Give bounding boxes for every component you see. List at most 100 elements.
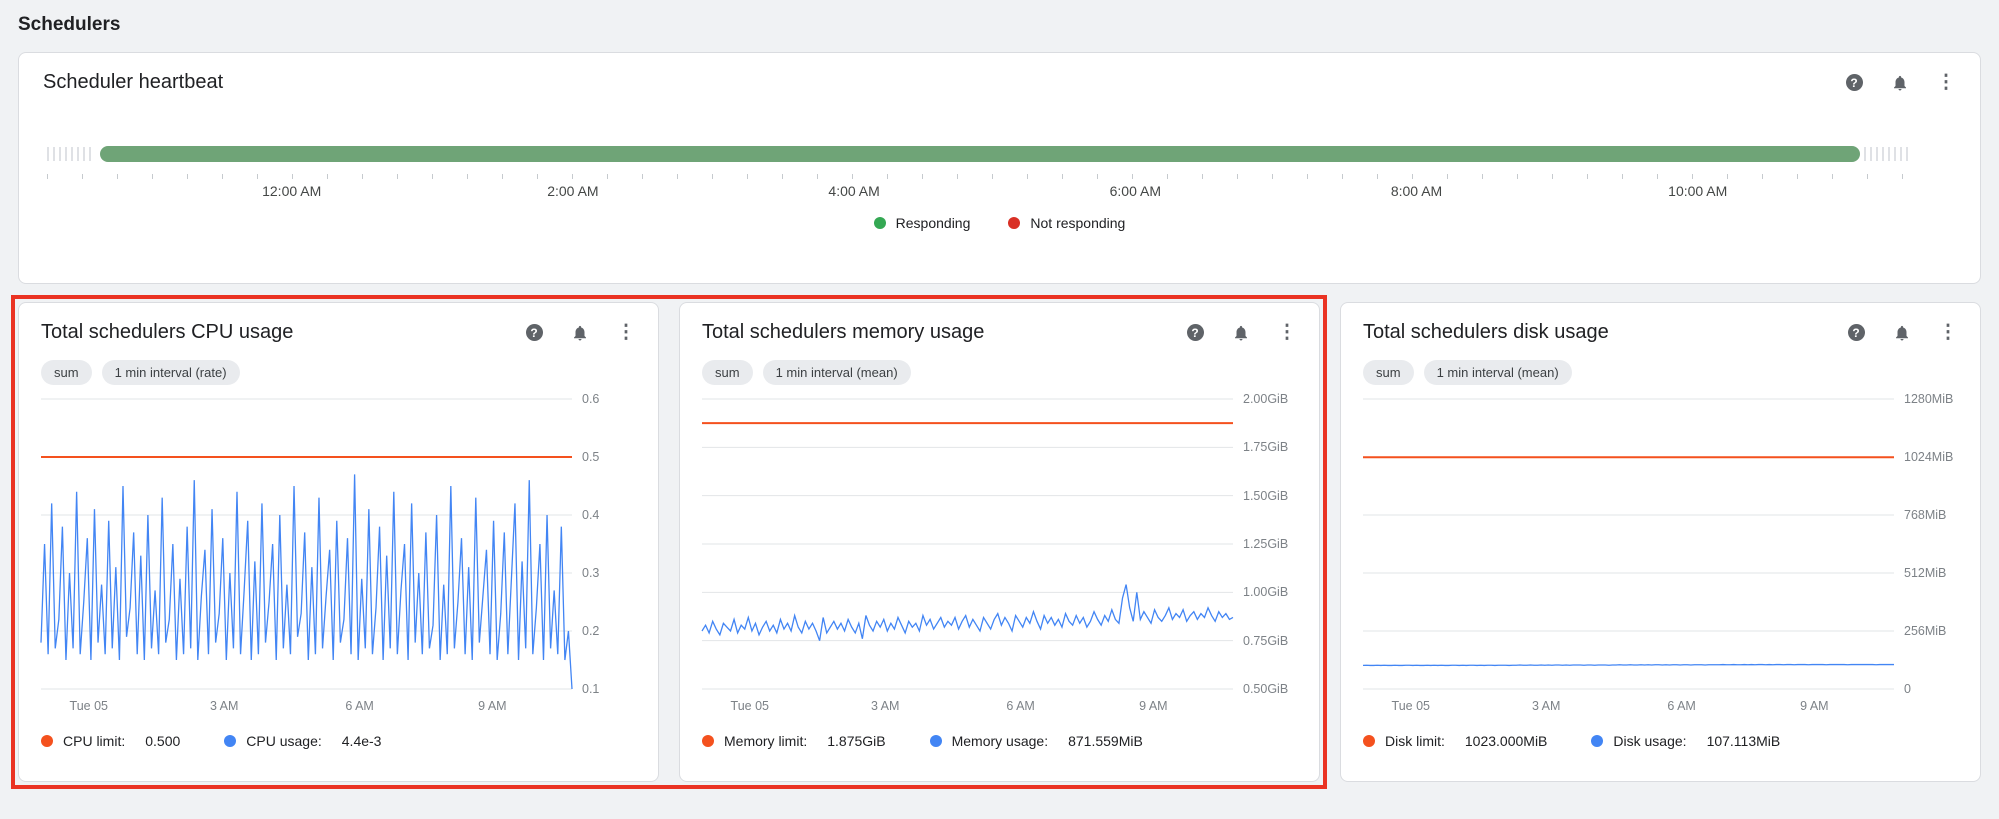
cpu-card-title: Total schedulers CPU usage	[41, 321, 293, 344]
no-data-hatch-left	[47, 147, 95, 161]
memory-limit-label: Memory limit:	[724, 733, 807, 749]
memory-chart-area: Tue 053 AM6 AM9 AM 2.00GiB1.75GiB1.50GiB…	[702, 399, 1297, 717]
x-tick-label: 9 AM	[1800, 699, 1829, 713]
memory-usage-dot	[930, 735, 942, 747]
y-tick-label: 1024MiB	[1904, 450, 1953, 464]
legend-disk-limit: Disk limit: 1023.000MiB	[1363, 733, 1547, 749]
disk-legend: Disk limit: 1023.000MiB Disk usage: 107.…	[1363, 733, 1958, 749]
interval-chip[interactable]: 1 min interval (mean)	[763, 360, 911, 385]
x-tick-label: 3 AM	[210, 699, 239, 713]
memory-limit-value: 1.875GiB	[827, 733, 885, 749]
help-icon[interactable]: ?	[1844, 73, 1864, 93]
help-icon[interactable]: ?	[524, 323, 544, 343]
y-axis: 1280MiB1024MiB768MiB512MiB256MiB0	[1894, 399, 1958, 689]
cpu-limit-label: CPU limit:	[63, 733, 125, 749]
bell-glyph	[1232, 324, 1250, 342]
schedulers-page: Schedulers Scheduler heartbeat ? ⋮	[0, 0, 1999, 782]
more-options-icon[interactable]: ⋮	[1277, 323, 1297, 343]
y-tick-label: 1.25GiB	[1243, 537, 1288, 551]
highlighted-region: Total schedulers CPU usage ? ⋮	[18, 302, 1320, 782]
alert-bell-icon[interactable]	[1892, 323, 1912, 343]
chart-chips: sum 1 min interval (rate)	[41, 360, 636, 385]
disk-usage-value: 107.113MiB	[1707, 733, 1781, 749]
x-tick-label: 6 AM	[345, 699, 374, 713]
disk-usage-dot	[1591, 735, 1603, 747]
heartbeat-time-label: 8:00 AM	[1391, 183, 1442, 199]
y-tick-label: 256MiB	[1904, 624, 1946, 638]
heartbeat-time-label: 10:00 AM	[1668, 183, 1727, 199]
memory-limit-dot	[702, 735, 714, 747]
disk-limit-value: 1023.000MiB	[1465, 733, 1548, 749]
legend-cpu-limit: CPU limit: 0.500	[41, 733, 180, 749]
legend-responding: Responding	[874, 215, 971, 231]
y-tick-label: 0	[1904, 682, 1911, 696]
x-axis: Tue 053 AM6 AM9 AM	[41, 697, 572, 717]
charts-row: Total schedulers CPU usage ? ⋮	[18, 302, 1981, 782]
aggregation-chip[interactable]: sum	[1363, 360, 1414, 385]
cpu-usage-value: 4.4e-3	[342, 733, 382, 749]
y-tick-label: 0.6	[582, 392, 599, 406]
y-tick-label: 1280MiB	[1904, 392, 1953, 406]
cpu-limit-dot	[41, 735, 53, 747]
page-title: Schedulers	[18, 14, 1981, 36]
y-tick-label: 1.75GiB	[1243, 440, 1288, 454]
heartbeat-axis: 12:00 AM2:00 AM4:00 AM6:00 AM8:00 AM10:0…	[43, 181, 1956, 203]
memory-line-chart	[702, 399, 1233, 689]
no-data-hatch-right	[1864, 147, 1908, 161]
y-tick-label: 0.75GiB	[1243, 634, 1288, 648]
y-tick-label: 0.2	[582, 624, 599, 638]
scheduler-heartbeat-card: Scheduler heartbeat ? ⋮ 12:00 AM2:00 AM4…	[18, 52, 1981, 284]
help-icon[interactable]: ?	[1185, 323, 1205, 343]
alert-bell-icon[interactable]	[1890, 73, 1910, 93]
x-tick-label: 9 AM	[1139, 699, 1168, 713]
series-line	[702, 585, 1233, 641]
y-tick-label: 2.00GiB	[1243, 392, 1288, 406]
x-tick-label: 3 AM	[1532, 699, 1561, 713]
aggregation-chip[interactable]: sum	[702, 360, 753, 385]
more-options-icon[interactable]: ⋮	[616, 323, 636, 343]
y-tick-label: 0.50GiB	[1243, 682, 1288, 696]
chart-chips: sum 1 min interval (mean)	[1363, 360, 1958, 385]
memory-usage-card: Total schedulers memory usage ? ⋮	[679, 302, 1320, 782]
help-icon[interactable]: ?	[1846, 323, 1866, 343]
y-tick-label: 1.50GiB	[1243, 489, 1288, 503]
x-tick-label: Tue 05	[70, 699, 108, 713]
bell-glyph	[1891, 74, 1909, 92]
aggregation-chip[interactable]: sum	[41, 360, 92, 385]
card-actions: ? ⋮	[524, 323, 636, 343]
heartbeat-tick-marks	[47, 174, 1910, 179]
cpu-chart-area: Tue 053 AM6 AM9 AM 0.60.50.40.30.20.1	[41, 399, 636, 717]
y-tick-label: 512MiB	[1904, 566, 1946, 580]
x-axis: Tue 05 3 AM 6 AM 9 AM	[1363, 697, 1894, 717]
heartbeat-time-label: 4:00 AM	[828, 183, 879, 199]
heartbeat-timeline	[43, 146, 1956, 162]
card-actions: ? ⋮	[1846, 323, 1958, 343]
interval-chip[interactable]: 1 min interval (mean)	[1424, 360, 1572, 385]
cpu-usage-card: Total schedulers CPU usage ? ⋮	[18, 302, 659, 782]
disk-usage-card: Total schedulers disk usage ? ⋮ sum 1 mi…	[1340, 302, 1981, 782]
x-tick-label: Tue 05	[1392, 699, 1430, 713]
more-options-icon[interactable]: ⋮	[1936, 73, 1956, 93]
cpu-usage-dot	[224, 735, 236, 747]
responding-label: Responding	[896, 215, 971, 231]
alert-bell-icon[interactable]	[1231, 323, 1251, 343]
interval-chip[interactable]: 1 min interval (rate)	[102, 360, 240, 385]
heartbeat-bar	[100, 146, 1860, 162]
cpu-legend: CPU limit: 0.500 CPU usage: 4.4e-3	[41, 733, 636, 749]
help-glyph: ?	[1848, 324, 1865, 341]
alert-bell-icon[interactable]	[570, 323, 590, 343]
help-glyph: ?	[1187, 324, 1204, 341]
more-options-icon[interactable]: ⋮	[1938, 323, 1958, 343]
memory-usage-value: 871.559MiB	[1068, 733, 1143, 749]
y-tick-label: 0.5	[582, 450, 599, 464]
x-tick-label: Tue 05	[731, 699, 769, 713]
help-glyph: ?	[1846, 74, 1863, 91]
cpu-limit-value: 0.500	[145, 733, 180, 749]
memory-card-title: Total schedulers memory usage	[702, 321, 984, 344]
not-responding-label: Not responding	[1030, 215, 1125, 231]
y-tick-label: 1.00GiB	[1243, 585, 1288, 599]
heartbeat-legend: Responding Not responding	[43, 215, 1956, 231]
x-tick-label: 6 AM	[1667, 699, 1696, 713]
chart-chips: sum 1 min interval (mean)	[702, 360, 1297, 385]
series-line	[41, 474, 572, 689]
